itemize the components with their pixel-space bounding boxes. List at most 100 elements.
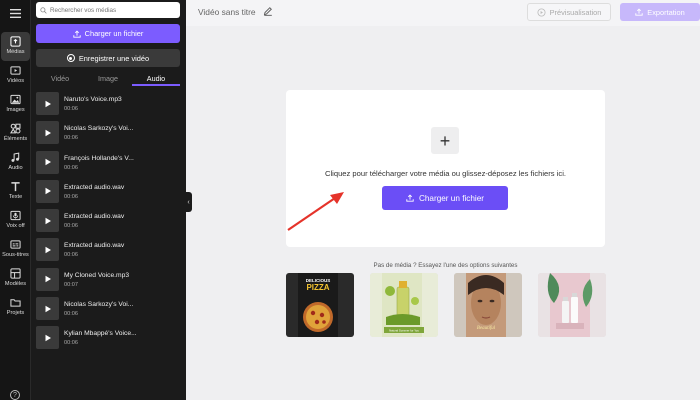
subtitles-icon (10, 240, 21, 249)
list-item[interactable]: François Hollande's V... 00:06 (36, 150, 180, 174)
record-video-button[interactable]: Enregistrer une vidéo (36, 49, 180, 67)
play-icon (45, 334, 51, 342)
play-button[interactable] (36, 238, 59, 262)
drink-template-image: Natural Summer for You (370, 273, 438, 337)
list-item[interactable]: My Cloned Voice.mp3 00:07 (36, 267, 180, 291)
export-label: Exportation (647, 7, 685, 17)
template-thumb-drink[interactable]: Natural Summer for You (370, 273, 438, 337)
export-button[interactable]: Exportation (620, 3, 700, 21)
play-button[interactable] (36, 92, 59, 115)
list-item[interactable]: Extracted audio.wav 00:06 (36, 238, 180, 262)
nav-label: Sous-titres (2, 252, 29, 258)
nav-item-images[interactable]: Images (1, 90, 30, 119)
upload-icon (635, 8, 643, 16)
play-button[interactable] (36, 179, 59, 203)
audio-duration: 00:06 (64, 106, 78, 112)
templates-icon (10, 268, 21, 279)
upload-file-button[interactable]: Charger un fichier (36, 24, 180, 43)
template-thumb-pizza[interactable]: DELICIOUS PIZZA (286, 273, 354, 337)
audio-duration: 00:06 (64, 223, 78, 230)
play-button[interactable] (36, 150, 59, 174)
beauty-line-1: Beautiful (477, 326, 496, 331)
record-video-label: Enregistrer une vidéo (78, 53, 150, 63)
nav-label: Images (6, 107, 25, 113)
add-media-button[interactable]: + (431, 127, 459, 154)
play-button[interactable] (36, 297, 59, 321)
play-icon (45, 276, 51, 283)
voiceover-icon (10, 210, 21, 221)
nav-item-templates[interactable]: Modèles (1, 264, 30, 293)
suggestions-heading: Pas de média ? Essayez l'une des options… (373, 262, 518, 269)
play-icon (45, 246, 51, 254)
audio-file-name: Naruto's Voice.mp3 (64, 96, 122, 103)
upload-file-label: Charger un fichier (84, 29, 144, 38)
play-button[interactable] (36, 326, 59, 350)
upload-file-main-label: Charger un fichier (418, 193, 485, 203)
audio-file-name: Extracted audio.wav (64, 242, 125, 250)
top-bar: Vidéo sans titre Prévisualisation Export… (186, 0, 700, 26)
help-icon[interactable]: ? (10, 390, 20, 400)
nav-item-medias[interactable]: Médias (1, 32, 30, 61)
nav-item-voiceover[interactable]: Voix off (1, 206, 30, 235)
audio-file-name: Extracted audio.wav (64, 183, 125, 191)
nav-item-projects[interactable]: Projets (1, 293, 30, 322)
play-icon (45, 188, 51, 195)
pencil-icon[interactable] (263, 6, 273, 16)
media-panel: Charger un fichier Enregistrer une vidéo… (31, 0, 186, 400)
audio-duration: 00:06 (64, 164, 78, 171)
music-note-icon (11, 152, 20, 162)
audio-list: Naruto's Voice.mp3 00:06 Nicolas Sarkozy… (36, 92, 180, 356)
audio-file-name: Kylian Mbappé's Voice... (64, 330, 137, 338)
nav-label: Vidéos (6, 78, 24, 84)
pizza-template-image: DELICIOUS PIZZA (286, 273, 354, 337)
audio-duration: 00:06 (64, 311, 78, 318)
play-button[interactable] (36, 121, 59, 145)
left-nav-rail: Médias Vidéos Images Éléments Audio Text… (0, 0, 31, 400)
preview-button[interactable]: Prévisualisation (527, 3, 611, 21)
text-icon (11, 182, 20, 192)
nav-item-text[interactable]: Texte (1, 177, 30, 206)
list-item[interactable]: Nicolas Sarkozy's Voi... 00:06 (36, 297, 180, 321)
audio-duration: 00:06 (64, 193, 78, 200)
play-icon (45, 305, 51, 312)
search-input[interactable] (50, 6, 172, 14)
nav-item-videos[interactable]: Vidéos (1, 61, 30, 90)
upload-file-main-button[interactable]: Charger un fichier (382, 186, 508, 210)
preview-label: Prévisualisation (549, 7, 602, 17)
list-item[interactable]: Kylian Mbappé's Voice... 00:06 (36, 326, 180, 350)
list-item[interactable]: Naruto's Voice.mp3 00:06 (36, 92, 180, 115)
tab-video[interactable]: Vidéo (36, 72, 84, 86)
audio-duration: 00:06 (64, 340, 78, 347)
record-icon (66, 54, 75, 62)
play-button[interactable] (36, 267, 59, 291)
chevron-left-icon: ‹ (187, 198, 190, 206)
beauty-template-image: Beautiful (454, 273, 522, 337)
template-thumb-skincare[interactable] (538, 273, 606, 337)
play-icon (45, 100, 51, 107)
upload-icon (406, 194, 414, 202)
list-item[interactable]: Nicolas Sarkozy's Voi... 00:06 (36, 121, 180, 145)
audio-duration: 00:06 (64, 135, 78, 142)
pizza-line-2: PIZZA (306, 283, 329, 292)
project-title[interactable]: Vidéo sans titre (198, 7, 256, 17)
play-icon (45, 217, 51, 224)
upload-hint: Cliquez pour télécharger votre média ou … (324, 169, 566, 178)
audio-file-name: François Hollande's V... (64, 154, 134, 162)
list-item[interactable]: Extracted audio.wav 00:06 (36, 209, 180, 233)
hamburger-icon[interactable] (0, 0, 31, 26)
search-box (36, 2, 180, 18)
template-thumb-beauty[interactable]: Beautiful (454, 273, 522, 337)
nav-item-subtitles[interactable]: Sous-titres (1, 235, 30, 264)
collapse-panel-toggle[interactable]: ‹ (185, 192, 192, 212)
play-icon (45, 158, 51, 166)
play-button[interactable] (36, 209, 59, 233)
tab-audio[interactable]: Audio (132, 72, 180, 86)
nav-label: Médias (6, 49, 25, 55)
audio-file-name: Extracted audio.wav (64, 213, 125, 221)
list-item[interactable]: Extracted audio.wav 00:06 (36, 179, 180, 203)
audio-duration: 00:07 (64, 281, 78, 288)
nav-item-audio[interactable]: Audio (1, 148, 30, 177)
nav-label: Éléments (3, 136, 28, 142)
tab-image[interactable]: Image (84, 72, 132, 86)
nav-item-elements[interactable]: Éléments (1, 119, 30, 148)
